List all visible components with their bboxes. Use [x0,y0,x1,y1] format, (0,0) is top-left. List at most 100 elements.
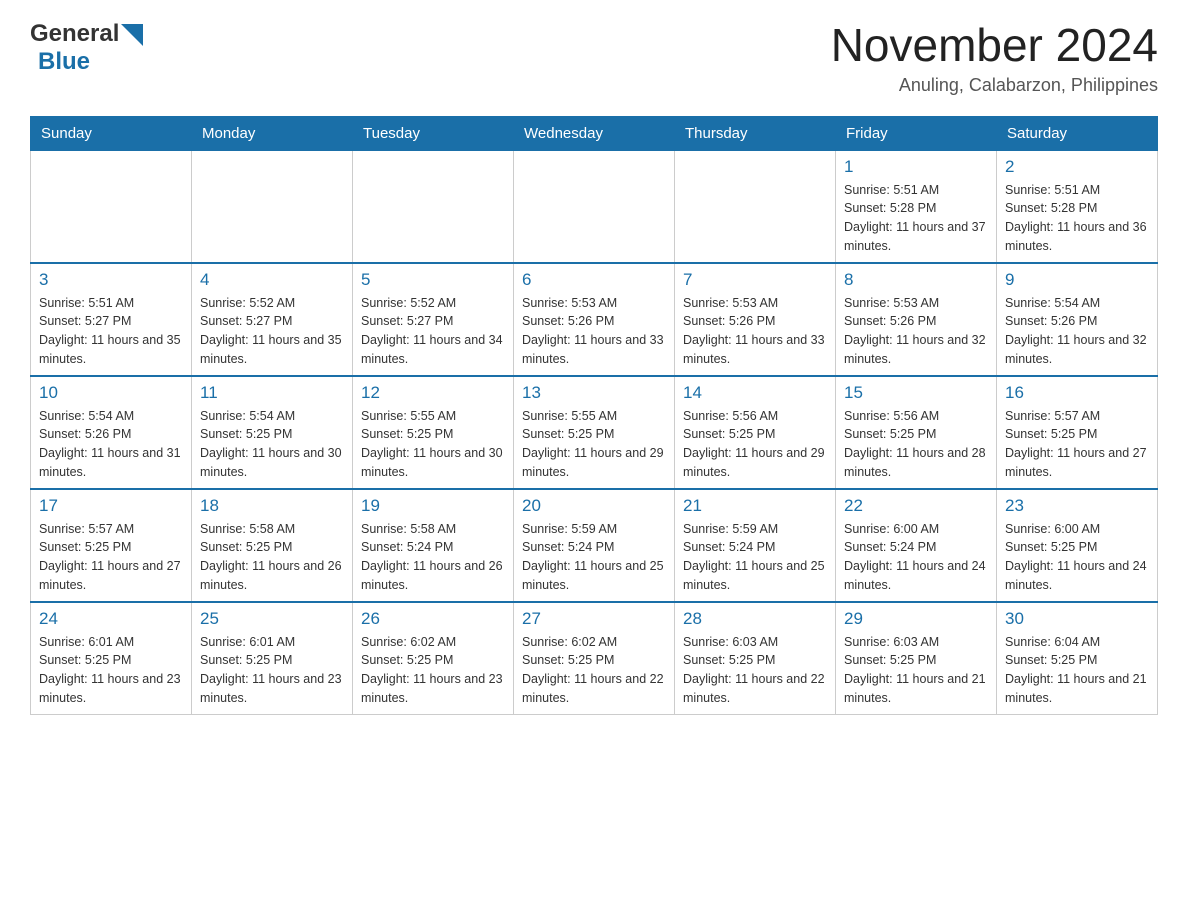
day-number: 18 [200,496,344,516]
day-number: 8 [844,270,988,290]
col-tuesday: Tuesday [353,116,514,150]
day-number: 24 [39,609,183,629]
table-row: 30 Sunrise: 6:04 AMSunset: 5:25 PMDayligh… [997,602,1158,715]
day-number: 10 [39,383,183,403]
day-number: 6 [522,270,666,290]
day-info: Sunrise: 6:03 AMSunset: 5:25 PMDaylight:… [683,633,827,708]
col-sunday: Sunday [31,116,192,150]
calendar-header-row: Sunday Monday Tuesday Wednesday Thursday… [31,116,1158,150]
day-number: 15 [844,383,988,403]
table-row: 10 Sunrise: 5:54 AMSunset: 5:26 PMDayligh… [31,376,192,489]
day-info: Sunrise: 5:59 AMSunset: 5:24 PMDaylight:… [683,520,827,595]
day-info: Sunrise: 6:01 AMSunset: 5:25 PMDaylight:… [39,633,183,708]
day-number: 11 [200,383,344,403]
table-row: 26Sunrise: 6:02 AMSunset: 5:25 PMDayligh… [353,602,514,715]
table-row: 29 Sunrise: 6:03 AMSunset: 5:25 PMDayligh… [836,602,997,715]
day-info: Sunrise: 5:55 AMSunset: 5:25 PMDaylight:… [522,407,666,482]
day-number: 2 [1005,157,1149,177]
day-info: Sunrise: 5:56 AMSunset: 5:25 PMDaylight:… [683,407,827,482]
day-info: Sunrise: 5:55 AMSunset: 5:25 PMDaylight:… [361,407,505,482]
day-info: Sunrise: 5:58 AMSunset: 5:24 PMDaylight:… [361,520,505,595]
day-number: 20 [522,496,666,516]
day-info: Sunrise: 5:58 AMSunset: 5:25 PMDaylight:… [200,520,344,595]
day-info: Sunrise: 5:52 AMSunset: 5:27 PMDaylight:… [361,294,505,369]
day-number: 19 [361,496,505,516]
day-number: 23 [1005,496,1149,516]
day-number: 7 [683,270,827,290]
day-number: 17 [39,496,183,516]
day-info: Sunrise: 5:52 AMSunset: 5:27 PMDaylight:… [200,294,344,369]
table-row: 7 Sunrise: 5:53 AMSunset: 5:26 PMDaylight… [675,263,836,376]
day-info: Sunrise: 5:57 AMSunset: 5:25 PMDaylight:… [1005,407,1149,482]
day-number: 27 [522,609,666,629]
table-row: 19 Sunrise: 5:58 AMSunset: 5:24 PMDayligh… [353,489,514,602]
calendar-week-row: 3Sunrise: 5:51 AMSunset: 5:27 PMDaylight… [31,263,1158,376]
day-number: 13 [522,383,666,403]
table-row: 1 Sunrise: 5:51 AMSunset: 5:28 PMDaylight… [836,150,997,263]
page-header: General Blue November 2024 Anuling, Cala… [30,20,1158,96]
calendar-week-row: 17 Sunrise: 5:57 AMSunset: 5:25 PMDayligh… [31,489,1158,602]
day-info: Sunrise: 6:00 AMSunset: 5:25 PMDaylight:… [1005,520,1149,595]
day-info: Sunrise: 5:59 AMSunset: 5:24 PMDaylight:… [522,520,666,595]
logo-triangle-icon [121,24,143,46]
title-area: November 2024 Anuling, Calabarzon, Phili… [831,20,1158,96]
table-row: 4 Sunrise: 5:52 AMSunset: 5:27 PMDaylight… [192,263,353,376]
day-info: Sunrise: 6:04 AMSunset: 5:25 PMDaylight:… [1005,633,1149,708]
table-row: 16 Sunrise: 5:57 AMSunset: 5:25 PMDayligh… [997,376,1158,489]
logo: General Blue [30,20,143,76]
calendar-table: Sunday Monday Tuesday Wednesday Thursday… [30,116,1158,715]
table-row: 22 Sunrise: 6:00 AMSunset: 5:24 PMDayligh… [836,489,997,602]
day-info: Sunrise: 5:54 AMSunset: 5:26 PMDaylight:… [39,407,183,482]
table-row [675,150,836,263]
table-row: 21 Sunrise: 5:59 AMSunset: 5:24 PMDayligh… [675,489,836,602]
col-saturday: Saturday [997,116,1158,150]
table-row: 13 Sunrise: 5:55 AMSunset: 5:25 PMDayligh… [514,376,675,489]
day-number: 16 [1005,383,1149,403]
day-number: 29 [844,609,988,629]
day-info: Sunrise: 5:51 AMSunset: 5:28 PMDaylight:… [1005,181,1149,256]
day-info: Sunrise: 6:01 AMSunset: 5:25 PMDaylight:… [200,633,344,708]
day-info: Sunrise: 6:02 AMSunset: 5:25 PMDaylight:… [522,633,666,708]
table-row: 15 Sunrise: 5:56 AMSunset: 5:25 PMDayligh… [836,376,997,489]
day-number: 1 [844,157,988,177]
day-info: Sunrise: 5:53 AMSunset: 5:26 PMDaylight:… [683,294,827,369]
table-row: 24 Sunrise: 6:01 AMSunset: 5:25 PMDayligh… [31,602,192,715]
table-row [353,150,514,263]
logo-blue-text: Blue [38,48,90,76]
day-info: Sunrise: 5:54 AMSunset: 5:25 PMDaylight:… [200,407,344,482]
table-row: 8Sunrise: 5:53 AMSunset: 5:26 PMDaylight… [836,263,997,376]
table-row: 27 Sunrise: 6:02 AMSunset: 5:25 PMDayligh… [514,602,675,715]
calendar-week-row: 10 Sunrise: 5:54 AMSunset: 5:26 PMDayligh… [31,376,1158,489]
day-info: Sunrise: 5:57 AMSunset: 5:25 PMDaylight:… [39,520,183,595]
day-info: Sunrise: 6:03 AMSunset: 5:25 PMDaylight:… [844,633,988,708]
day-info: Sunrise: 5:53 AMSunset: 5:26 PMDaylight:… [522,294,666,369]
day-number: 30 [1005,609,1149,629]
day-info: Sunrise: 6:02 AMSunset: 5:25 PMDaylight:… [361,633,505,708]
table-row: 6 Sunrise: 5:53 AMSunset: 5:26 PMDaylight… [514,263,675,376]
location-subtitle: Anuling, Calabarzon, Philippines [831,75,1158,96]
day-number: 3 [39,270,183,290]
calendar-week-row: 1 Sunrise: 5:51 AMSunset: 5:28 PMDaylight… [31,150,1158,263]
table-row: 3Sunrise: 5:51 AMSunset: 5:27 PMDaylight… [31,263,192,376]
table-row: 18 Sunrise: 5:58 AMSunset: 5:25 PMDayligh… [192,489,353,602]
table-row: 9 Sunrise: 5:54 AMSunset: 5:26 PMDaylight… [997,263,1158,376]
table-row [31,150,192,263]
day-info: Sunrise: 6:00 AMSunset: 5:24 PMDaylight:… [844,520,988,595]
table-row [514,150,675,263]
table-row: 5Sunrise: 5:52 AMSunset: 5:27 PMDaylight… [353,263,514,376]
col-friday: Friday [836,116,997,150]
table-row: 20 Sunrise: 5:59 AMSunset: 5:24 PMDayligh… [514,489,675,602]
day-number: 28 [683,609,827,629]
table-row: 23 Sunrise: 6:00 AMSunset: 5:25 PMDayligh… [997,489,1158,602]
day-number: 14 [683,383,827,403]
day-number: 12 [361,383,505,403]
day-number: 4 [200,270,344,290]
day-info: Sunrise: 5:56 AMSunset: 5:25 PMDaylight:… [844,407,988,482]
day-info: Sunrise: 5:51 AMSunset: 5:28 PMDaylight:… [844,181,988,256]
day-number: 9 [1005,270,1149,290]
logo-general-text: General [30,20,119,48]
day-number: 22 [844,496,988,516]
table-row: 28 Sunrise: 6:03 AMSunset: 5:25 PMDayligh… [675,602,836,715]
day-number: 21 [683,496,827,516]
day-info: Sunrise: 5:54 AMSunset: 5:26 PMDaylight:… [1005,294,1149,369]
